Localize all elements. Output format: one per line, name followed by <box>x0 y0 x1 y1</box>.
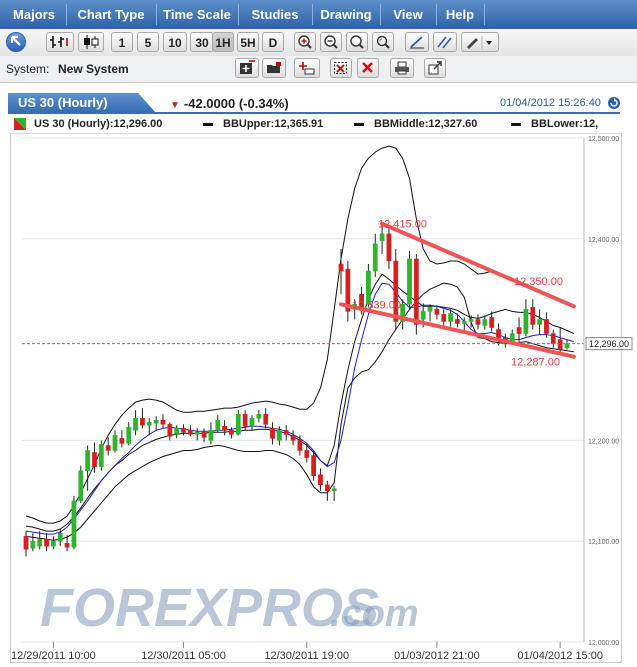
candle-bearish <box>263 413 269 425</box>
candle-bearish <box>324 484 330 492</box>
trendline <box>339 302 576 359</box>
candle-bullish <box>461 321 467 324</box>
candle-bearish <box>496 329 501 338</box>
price-annotation: 12,415.00 <box>378 219 427 231</box>
candle-bullish <box>509 333 515 342</box>
x-axis: 12/29/2011 10:00 12/30/2011 05:00 12/30/20… <box>11 642 603 662</box>
candle-bearish <box>413 258 419 325</box>
x-tick-label: 12/30/2011 19:00 <box>264 650 349 662</box>
candle-bullish <box>537 319 542 325</box>
candle-bullish <box>331 488 337 492</box>
candle-bearish <box>222 426 227 431</box>
candle-bearish <box>167 424 173 437</box>
candle-bullish <box>249 417 255 427</box>
candle-bearish <box>229 430 234 435</box>
candle-bullish <box>126 427 132 444</box>
candle-bearish <box>386 233 392 262</box>
price-annotation: 12,339.00 <box>352 299 401 311</box>
y-tick-label: 12,100.00 <box>588 539 619 546</box>
candle-bullish <box>174 428 180 435</box>
candle-bullish <box>482 319 488 326</box>
candle-bullish <box>208 430 214 441</box>
candles <box>23 223 570 557</box>
candle-bullish <box>85 450 91 471</box>
candle-bearish <box>455 319 460 324</box>
candle-bearish <box>187 430 193 435</box>
candle-bearish <box>270 428 275 439</box>
candle-bullish <box>146 422 152 426</box>
y-tick-label: 12,200.00 <box>588 438 619 445</box>
x-tick-label: 01/03/2012 21:00 <box>394 650 480 662</box>
candle-bullish <box>51 540 56 547</box>
y-axis: 12,500.00 12,400.00 12,200.00 12,100.00 12,0… <box>583 136 619 647</box>
candle-bullish <box>407 258 412 305</box>
price-annotation: 12,350.00 <box>514 276 563 288</box>
candle-bearish <box>242 413 248 427</box>
candle-bullish <box>153 419 159 424</box>
candle-bearish <box>44 538 49 547</box>
y-tick-label: 12,500.00 <box>588 136 619 143</box>
candle-bearish <box>516 327 522 334</box>
candle-bearish <box>475 319 481 325</box>
watermark-suffix: .com <box>330 593 419 635</box>
candle-bearish <box>64 542 70 548</box>
x-tick-label: 01/04/2012 15:00 <box>517 650 603 662</box>
candle-bearish <box>393 260 399 322</box>
watermark: FOREXPROS .com <box>40 578 419 638</box>
candle-bearish <box>441 314 447 322</box>
candle-bearish <box>434 309 440 315</box>
candle-bearish <box>304 450 310 458</box>
candle-bullish <box>133 417 138 431</box>
candle-bearish <box>140 417 145 426</box>
x-tick-label: 12/30/2011 05:00 <box>141 650 226 662</box>
candle-bearish <box>544 319 549 334</box>
candle-bearish <box>557 339 563 350</box>
candle-bullish <box>30 540 36 549</box>
watermark-main: FOREXPROS <box>40 578 379 638</box>
candle-bearish <box>23 535 29 550</box>
x-tick-label: 12/29/2011 10:00 <box>11 650 96 662</box>
candle-bullish <box>277 430 282 441</box>
candle-bearish <box>318 474 323 486</box>
candle-bearish <box>119 438 125 444</box>
candle-bearish <box>181 428 186 433</box>
candle-bullish <box>564 343 570 348</box>
y-tick-label: 12,400.00 <box>588 237 619 244</box>
candle-bullish <box>57 532 63 542</box>
candle-bullish <box>468 319 474 322</box>
candle-bearish <box>92 452 97 467</box>
candle-bullish <box>235 413 241 435</box>
candle-bullish <box>448 313 453 322</box>
chart-grid <box>22 137 584 643</box>
candle-bearish <box>201 432 207 438</box>
candle-bullish <box>37 538 43 547</box>
candle-bearish <box>311 455 316 476</box>
candle-bearish <box>105 445 111 451</box>
candle-bullish <box>71 500 77 548</box>
last-price-label: 12,296.00 <box>589 339 629 349</box>
candle-bullish <box>215 419 221 431</box>
trendlines: 12,296.00 <box>22 221 633 359</box>
candle-bearish <box>489 317 495 328</box>
candle-bullish <box>256 413 262 419</box>
candle-bearish <box>338 263 344 272</box>
candle-bearish <box>160 419 166 425</box>
candle-bullish <box>379 233 385 242</box>
candle-bearish <box>550 333 556 344</box>
candle-bullish <box>194 432 200 435</box>
candle-bearish <box>283 430 289 435</box>
price-annotation: 12,287.00 <box>511 357 560 369</box>
candle-bullish <box>420 311 426 320</box>
candle-bullish <box>372 243 378 272</box>
candle-bullish <box>427 307 433 312</box>
candle-bearish <box>297 440 303 451</box>
candle-bearish <box>530 307 536 325</box>
candle-bullish <box>112 435 118 451</box>
y-tick-label: 12,000.00 <box>588 640 619 647</box>
candle-bullish <box>98 444 104 467</box>
candle-bullish <box>78 470 84 502</box>
candle-bullish <box>523 309 529 334</box>
candle-bearish <box>290 436 296 441</box>
price-chart[interactable]: FOREXPROS .com 12,296.00 12,500.00 12,400… <box>0 0 637 667</box>
